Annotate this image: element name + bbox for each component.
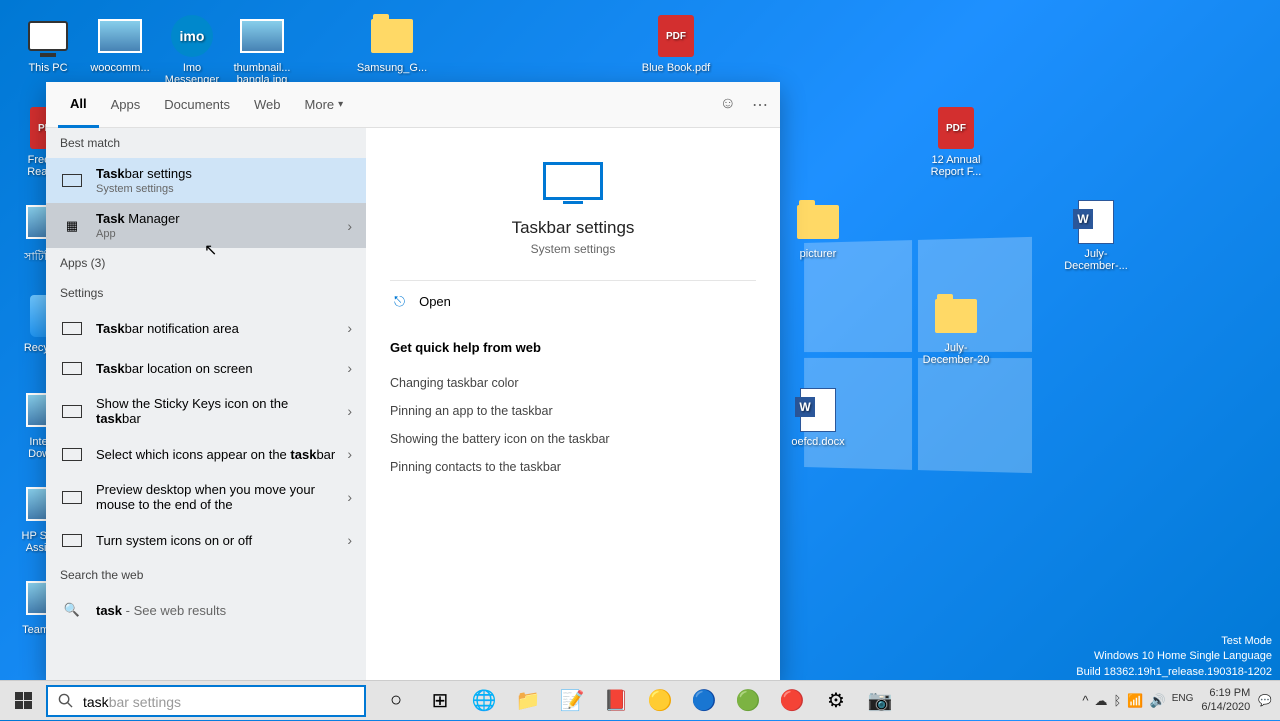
options-icon[interactable]: ⋯: [752, 95, 768, 115]
start-button[interactable]: [0, 681, 46, 721]
desktop-icon[interactable]: imoImo Messenger: [156, 14, 228, 86]
edge-icon[interactable]: 🌐: [462, 681, 506, 721]
web-header: Search the web: [46, 560, 366, 590]
settings-app-icon[interactable]: ⚙: [814, 681, 858, 721]
search-icon: [58, 693, 73, 708]
pdf-app-icon[interactable]: 📕: [594, 681, 638, 721]
preview-monitor-icon: [543, 162, 603, 200]
explorer-icon[interactable]: 📁: [506, 681, 550, 721]
desktop-icon[interactable]: This PC: [12, 14, 84, 74]
desktop-icon[interactable]: woocomm...: [84, 14, 156, 74]
cortana-icon[interactable]: ○: [374, 681, 418, 721]
taskbar-search-box[interactable]: taskbar settings: [46, 685, 366, 717]
search-results-panel: All Apps Documents Web More ▾ ☺ ⋯ Best m…: [46, 82, 780, 680]
result-taskbar-settings[interactable]: Taskbar settingsSystem settings: [46, 158, 366, 203]
feedback-icon[interactable]: ☺: [720, 95, 736, 115]
desktop-icon[interactable]: oefcd.docx: [782, 388, 854, 448]
open-action[interactable]: ⎋Open: [390, 280, 756, 322]
result-task-manager[interactable]: ▦ Task ManagerApp ›: [46, 203, 366, 248]
search-input[interactable]: [83, 693, 354, 709]
tab-all[interactable]: All: [58, 82, 99, 128]
desktop-icon[interactable]: PDF12 Annual Report F...: [920, 106, 992, 178]
watermark: Test Mode Windows 10 Home Single Languag…: [1076, 634, 1272, 680]
result-setting-item[interactable]: Preview desktop when you move your mouse…: [46, 474, 366, 520]
preview-title: Taskbar settings: [390, 218, 756, 238]
taskbar: taskbar settings ○ ⊞ 🌐 📁 📝 📕 🟡 🔵 🟢 🔴 ⚙ 📷…: [0, 680, 1280, 720]
chevron-right-icon: ›: [347, 218, 352, 234]
volume-icon[interactable]: 🔊: [1150, 693, 1166, 709]
chrome-icon-4[interactable]: 🔴: [770, 681, 814, 721]
help-link[interactable]: Changing taskbar color: [390, 369, 756, 397]
wifi-icon[interactable]: 📶: [1127, 693, 1143, 709]
result-setting-item[interactable]: Taskbar notification area›: [46, 308, 366, 348]
taskbar-clock[interactable]: 6:19 PM 6/14/2020: [1201, 687, 1250, 713]
chrome-icon-1[interactable]: 🟡: [638, 681, 682, 721]
result-setting-item[interactable]: Taskbar location on screen›: [46, 348, 366, 388]
help-link[interactable]: Pinning contacts to the taskbar: [390, 453, 756, 481]
zoom-icon[interactable]: 📷: [858, 681, 902, 721]
best-match-header: Best match: [46, 128, 366, 158]
settings-header: Settings: [46, 278, 366, 308]
help-link[interactable]: Showing the battery icon on the taskbar: [390, 425, 756, 453]
result-setting-item[interactable]: Turn system icons on or off›: [46, 520, 366, 560]
help-link[interactable]: Pinning an app to the taskbar: [390, 397, 756, 425]
desktop-icon[interactable]: July-December-20: [920, 294, 992, 366]
taskmgr-icon: ▦: [60, 214, 84, 238]
bluetooth-icon[interactable]: ᛒ: [1114, 693, 1122, 709]
tab-more[interactable]: More ▾: [293, 82, 356, 128]
result-setting-item[interactable]: Select which icons appear on the taskbar…: [46, 434, 366, 474]
language-icon[interactable]: ENG: [1172, 693, 1194, 709]
apps-header: Apps (3): [46, 248, 366, 278]
tab-apps[interactable]: Apps: [99, 82, 153, 128]
tray-chevron-up-icon[interactable]: ^: [1082, 693, 1088, 709]
tab-documents[interactable]: Documents: [152, 82, 242, 128]
system-tray[interactable]: ^ ☁ ᛒ 📶 🔊 ENG 6:19 PM 6/14/2020 💬: [1082, 687, 1280, 713]
preview-subtitle: System settings: [390, 242, 756, 256]
desktop-icon[interactable]: Samsung_G...: [356, 14, 428, 74]
monitor-icon: [60, 169, 84, 193]
search-tabs: All Apps Documents Web More ▾ ☺ ⋯: [46, 82, 780, 128]
result-preview-pane: Taskbar settings System settings ⎋Open G…: [366, 128, 780, 680]
desktop-icon[interactable]: picturer: [782, 200, 854, 260]
task-view-icon[interactable]: ⊞: [418, 681, 462, 721]
desktop-icon[interactable]: PDFBlue Book.pdf: [640, 14, 712, 74]
open-icon: ⎋: [394, 293, 405, 310]
result-web-search[interactable]: 🔍 task - See web results: [46, 590, 366, 630]
onedrive-icon[interactable]: ☁: [1095, 693, 1108, 709]
desktop-icon[interactable]: July-December-...: [1060, 200, 1132, 272]
notifications-icon[interactable]: 💬: [1258, 694, 1272, 707]
tab-web[interactable]: Web: [242, 82, 293, 128]
app-icon-1[interactable]: 📝: [550, 681, 594, 721]
search-icon: 🔍: [60, 598, 84, 622]
desktop-icon[interactable]: thumbnail... bangla.jpg: [226, 14, 298, 86]
results-list: Best match Taskbar settingsSystem settin…: [46, 128, 366, 680]
help-header: Get quick help from web: [390, 340, 756, 355]
result-setting-item[interactable]: Show the Sticky Keys icon on the taskbar…: [46, 388, 366, 434]
chrome-icon-2[interactable]: 🔵: [682, 681, 726, 721]
chrome-icon-3[interactable]: 🟢: [726, 681, 770, 721]
